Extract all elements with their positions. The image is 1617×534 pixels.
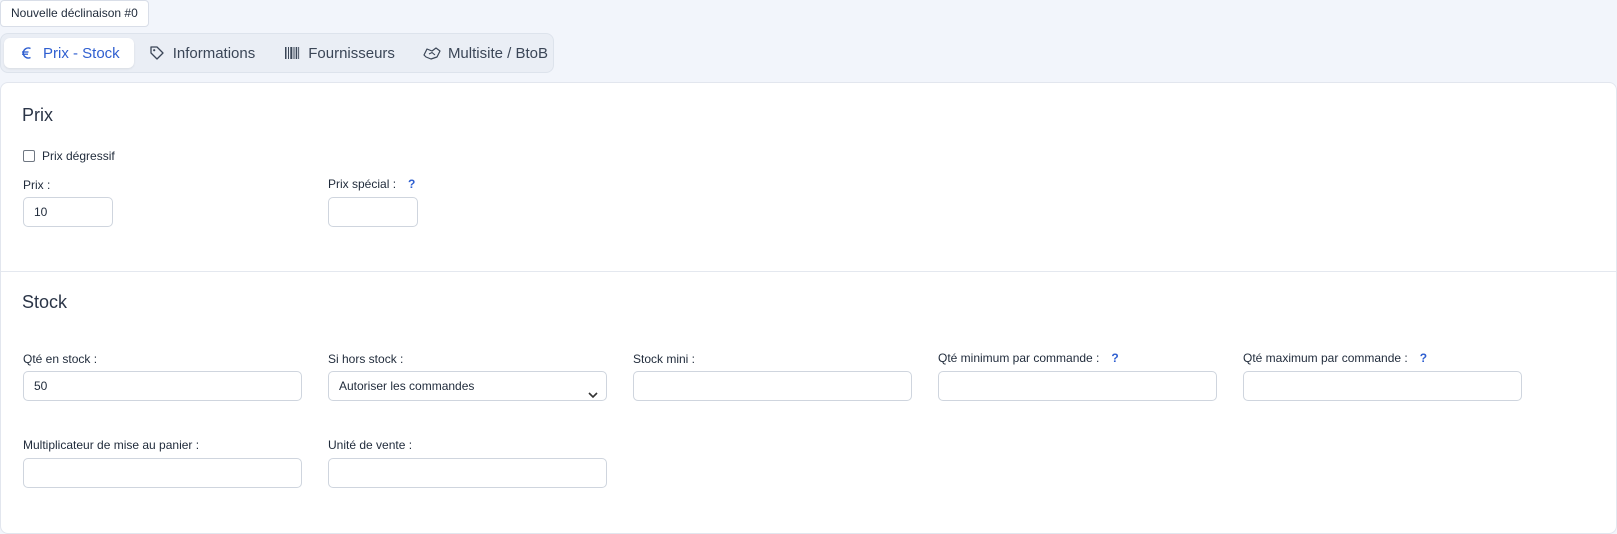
qty-in-stock-label-text: Qté en stock : <box>23 352 98 366</box>
max-order-qty-input[interactable] <box>1243 371 1522 401</box>
section-title-stock: Stock <box>22 292 68 312</box>
tab-label: Prix - Stock <box>43 44 120 62</box>
chevron-down-icon <box>588 381 598 409</box>
degressive-price-checkbox[interactable] <box>23 150 35 162</box>
stock-min-input[interactable] <box>633 371 912 401</box>
tab-label: Informations <box>172 44 256 62</box>
out-of-stock-select[interactable]: Autoriser les commandes <box>328 371 607 401</box>
min-order-qty-input[interactable] <box>938 371 1217 401</box>
degressive-price-row[interactable]: Prix dégressif <box>23 149 115 163</box>
section-title-prix: Prix <box>22 105 53 125</box>
max-order-qty-label-text: Qté maximum par commande : <box>1243 351 1408 365</box>
sales-unit-label: Unité de vente : <box>328 438 412 452</box>
euro-icon <box>18 44 36 62</box>
out-of-stock-label: Si hors stock : <box>328 352 403 366</box>
cart-multiplier-input[interactable] <box>23 458 302 488</box>
help-icon[interactable]: ? <box>408 177 415 191</box>
min-order-qty-label: Qté minimum par commande : ? <box>938 351 1119 365</box>
page-root: Nouvelle déclinaison #0 Prix - Stock Inf… <box>0 0 1617 534</box>
stock-min-label-text: Stock mini : <box>633 352 696 366</box>
help-icon[interactable]: ? <box>1420 351 1427 365</box>
tab-multisite-btob[interactable]: Multisite / BtoB <box>409 38 562 68</box>
out-of-stock-label-text: Si hors stock : <box>328 352 404 366</box>
variant-badge: Nouvelle déclinaison #0 <box>0 0 149 27</box>
special-price-label-text: Prix spécial : <box>328 177 397 191</box>
tab-label: Multisite / BtoB <box>447 44 548 62</box>
sales-unit-label-text: Unité de vente : <box>328 438 413 452</box>
stock-min-label: Stock mini : <box>633 352 695 366</box>
max-order-qty-label: Qté maximum par commande : ? <box>1243 351 1427 365</box>
degressive-price-label: Prix dégressif <box>42 149 115 163</box>
tag-icon <box>148 44 166 62</box>
qty-in-stock-input[interactable]: 50 <box>23 371 302 401</box>
tab-prix-stock[interactable]: Prix - Stock <box>4 38 134 68</box>
tab-fournisseurs[interactable]: Fournisseurs <box>269 38 409 68</box>
cart-multiplier-label: Multiplicateur de mise au panier : <box>23 438 199 452</box>
price-label: Prix : <box>23 178 50 192</box>
sales-unit-input[interactable] <box>328 458 607 488</box>
barcode-icon <box>283 44 301 62</box>
tab-label: Fournisseurs <box>308 44 395 62</box>
price-label-text: Prix : <box>23 178 51 192</box>
qty-in-stock-label: Qté en stock : <box>23 352 97 366</box>
handshake-icon <box>423 44 441 62</box>
special-price-label: Prix spécial : ? <box>328 177 415 191</box>
help-icon[interactable]: ? <box>1111 351 1118 365</box>
min-order-qty-label-text: Qté minimum par commande : <box>938 351 1100 365</box>
tab-bar: Prix - Stock Informations Fournisseurs M… <box>0 33 554 73</box>
section-divider <box>1 271 1616 272</box>
out-of-stock-select-value: Autoriser les commandes <box>339 379 475 393</box>
tab-informations[interactable]: Informations <box>134 38 270 68</box>
cart-multiplier-label-text: Multiplicateur de mise au panier : <box>23 438 200 452</box>
content-panel: Prix Prix dégressif Prix : 10 Prix spéci… <box>0 82 1617 534</box>
special-price-input[interactable] <box>328 197 418 227</box>
price-input[interactable]: 10 <box>23 197 113 227</box>
